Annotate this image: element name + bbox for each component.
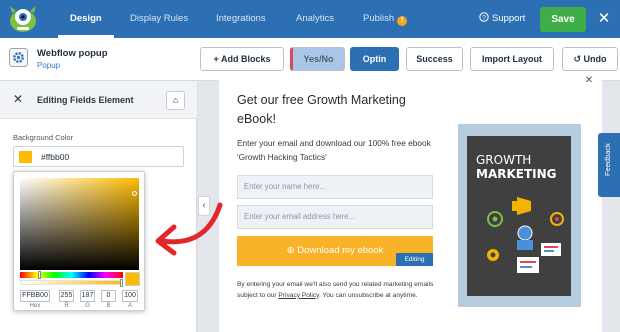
blue-input[interactable]: 0: [101, 290, 116, 302]
background-color-value: #ffbb00: [41, 152, 70, 162]
alpha-label: A: [127, 303, 132, 309]
panel-header: ✕ Editing Fields Element ⌂: [0, 81, 197, 119]
ebook-title-line-1: GROWTH: [476, 153, 532, 167]
save-button[interactable]: Save: [540, 7, 586, 32]
tab-display-rules[interactable]: Display Rules: [130, 0, 188, 38]
color-picker-popover: FFBB00 255 187 0 100 Hex R G B A: [13, 171, 145, 311]
privacy-disclaimer: By entering your email we'll also send y…: [237, 280, 437, 301]
alpha-slider[interactable]: [20, 280, 123, 285]
plus-circle-icon: ⊕: [286, 245, 298, 256]
popup-subtext[interactable]: Enter your email and download our 100% f…: [237, 136, 447, 164]
svg-text:?: ?: [482, 14, 486, 21]
yesno-view-button[interactable]: Yes/No: [290, 47, 345, 71]
hue-slider-handle[interactable]: [38, 271, 41, 279]
help-circle-icon: ?: [479, 12, 489, 22]
home-icon[interactable]: ⌂: [166, 91, 185, 110]
blue-label: B: [106, 303, 111, 309]
annotation-arrow-icon: [155, 202, 223, 256]
hex-input[interactable]: FFBB00: [20, 290, 50, 302]
green-input[interactable]: 187: [80, 290, 95, 302]
support-link[interactable]: ? Support: [479, 0, 525, 38]
background-color-label: Background Color: [13, 133, 74, 142]
tab-publish[interactable]: Publish!: [363, 0, 408, 38]
color-swatch[interactable]: [19, 151, 32, 163]
support-label: Support: [492, 13, 526, 24]
disclaimer-text-end: . You can unsubscribe at anytime.: [318, 291, 418, 299]
editing-badge: Editing: [396, 253, 433, 266]
hex-label: Hex: [29, 303, 41, 309]
gear-icon: [13, 52, 24, 63]
panel-title: Editing Fields Element: [37, 95, 134, 105]
publish-warning-badge: !: [397, 16, 408, 26]
popup-headline[interactable]: Get our free Growth Marketing eBook!: [237, 91, 437, 129]
tab-design[interactable]: Design: [70, 0, 102, 38]
background-color-field[interactable]: #ffbb00: [13, 146, 184, 167]
campaign-name: Webflow popup: [37, 48, 108, 59]
optinmonster-logo-icon[interactable]: [6, 3, 40, 35]
saturation-value-area[interactable]: [20, 178, 139, 270]
megaphone-illustration-icon: [487, 197, 564, 273]
color-preview-swatch: [125, 272, 140, 286]
green-label: G: [85, 303, 90, 309]
undo-button[interactable]: ↺ Undo: [562, 47, 618, 71]
email-field[interactable]: Enter your email address here...: [237, 205, 433, 229]
saturation-handle[interactable]: [132, 191, 137, 196]
name-field[interactable]: Enter your name here...: [237, 175, 433, 199]
tab-publish-label: Publish: [363, 13, 395, 24]
success-view-button[interactable]: Success: [406, 47, 463, 71]
close-panel-icon[interactable]: ✕: [13, 92, 23, 106]
feedback-label: Feedback: [603, 143, 612, 176]
popup-close-icon[interactable]: ✕: [582, 74, 596, 88]
top-navigation-bar: Design Display Rules Integrations Analyt…: [0, 0, 620, 38]
hue-slider[interactable]: [20, 272, 123, 278]
privacy-policy-link[interactable]: Privacy Policy: [278, 292, 319, 299]
campaign-type: Popup: [37, 61, 61, 70]
undo-label: Undo: [583, 54, 607, 64]
download-button-label: Download my ebook: [297, 245, 384, 256]
add-blocks-button[interactable]: + Add Blocks: [200, 47, 284, 71]
optin-view-button[interactable]: Optin: [350, 47, 399, 71]
tab-integrations[interactable]: Integrations: [216, 0, 266, 38]
alpha-input[interactable]: 100: [122, 290, 138, 302]
red-input[interactable]: 255: [59, 290, 74, 302]
alpha-slider-handle[interactable]: [120, 279, 123, 287]
ebook-title-line-2: MARKETING: [476, 167, 557, 181]
red-label: R: [64, 303, 69, 309]
campaign-settings-button[interactable]: [9, 48, 28, 67]
import-layout-button[interactable]: Import Layout: [470, 47, 554, 71]
close-builder-icon[interactable]: ✕: [596, 9, 612, 29]
undo-icon: ↺: [573, 54, 584, 64]
tab-analytics[interactable]: Analytics: [296, 0, 334, 38]
